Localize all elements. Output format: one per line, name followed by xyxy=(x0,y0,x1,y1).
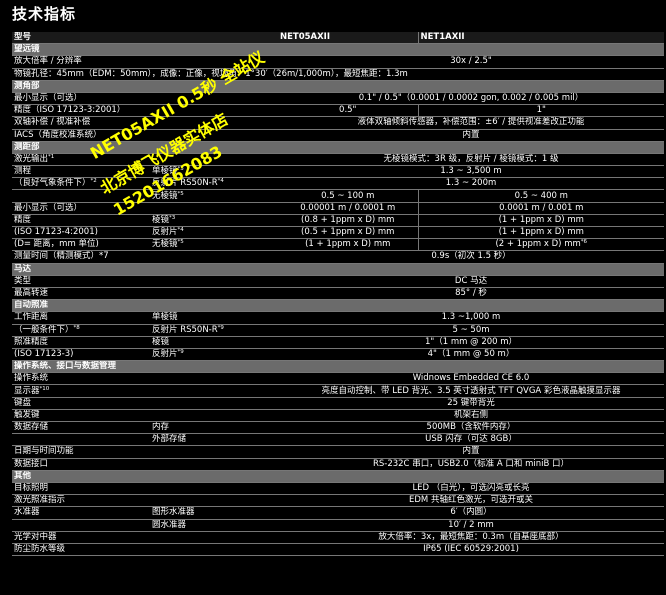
table-row: （良好气象条件下）*2 反射片 RS50N-R*4 1.3 ~ 200m xyxy=(12,177,664,191)
table-row: 操作系统 Widnows Embedded CE 6.0 xyxy=(12,372,664,386)
spec-table: 型号 NET05AXII NET1AXII 望远镜 放大倍率 / 分辨率 30x … xyxy=(12,32,664,557)
section-system: 操作系统、接口与数据管理 xyxy=(12,360,664,374)
table-row: 激光照准指示 EDM 共轴红色激光，可选开或关 xyxy=(12,494,664,508)
section-motor: 马达 xyxy=(12,263,664,276)
table-row: 测量时间（精测模式）*7 0.9s（初次 1.5 秒） xyxy=(12,250,664,264)
table-row: IACS（角度校准系统） 内置 xyxy=(12,129,664,142)
table-row: 最小显示（可选） 0.00001 m / 0.0001 m 0.0001 m / 0… xyxy=(12,202,664,215)
table-row: 激光输出*1 无棱镜模式：3R 级，反射片 / 棱镜模式：1 级 xyxy=(12,153,664,167)
page-title: 技术指标 xyxy=(12,5,77,23)
table-row: 物镜孔径：45mm（EDM：50mm），成像：正像，视场角：1°30′（26m/… xyxy=(12,68,664,81)
table-row: 精度（ISO 17123-3:2001） 0.5" 1" xyxy=(12,104,664,118)
table-row: (ISO 17123-3) 反射片*9 4"（1 mm @ 50 m） xyxy=(12,348,664,362)
table-row: 日期与时间功能 内置 xyxy=(12,445,664,459)
header-model-label: 型号 xyxy=(12,32,150,45)
table-row: （一般条件下）*8 反射片 RS50N-R*9 5 ~ 50m xyxy=(12,324,664,337)
section-other: 其他 xyxy=(12,470,664,483)
table-row: 照准精度 棱镜 1"（1 mm @ 200 m） xyxy=(12,336,664,349)
table-row: 类型 DC 马达 xyxy=(12,275,664,288)
header-model-a: NET05AXII xyxy=(278,32,418,45)
table-row: 最小显示（可选） 0.1" / 0.5"（0.0001 / 0.0002 gon,… xyxy=(12,92,664,106)
table-row: 工作距离 单棱镜 1.3 ~1,000 m xyxy=(12,311,664,325)
table-row: 显示器*10 亮度自动控制、带 LED 背光、3.5 英寸透射式 TFT QVGA… xyxy=(12,384,664,398)
table-row: 最高转速 85° / 秒 xyxy=(12,287,664,301)
table-row: (ISO 17123-4:2001) 反射片*4 (0.5 + 1ppm x D) … xyxy=(12,226,664,240)
table-row: 双轴补偿 / 视准补偿 液体双轴倾斜传感器，补偿范围：±6′ / 提供视准差改正功… xyxy=(12,116,664,130)
table-row: 放大倍率 / 分辨率 30x / 2.5" xyxy=(12,55,664,69)
table-row: (D= 距离，mm 单位) 无棱镜*5 (1 + 1ppm x D) mm (2 + … xyxy=(12,238,664,252)
table-row: 圆水准器 10′ / 2 mm xyxy=(12,519,664,532)
table-row: 触发键 机架右侧 xyxy=(12,409,664,423)
section-telescope: 望远镜 xyxy=(12,43,664,57)
table-row: 光学对中器 放大倍率：3x，最短焦距：0.3m（自基座底部） xyxy=(12,531,664,544)
table-row: 测程 单棱镜*3 1.3 ~ 3,500 m xyxy=(12,165,664,179)
table-row: 水准器 图形水准器 6′（内圆） xyxy=(12,506,664,520)
table-header: 型号 NET05AXII NET1AXII xyxy=(12,32,664,45)
table-row: 数据接口 RS-232C 串口，USB2.0（标准 A 口和 miniB 口） xyxy=(12,458,664,471)
section-tracking: 自动照准 xyxy=(12,299,664,313)
table-row: 防尘防水等级 IP65 (IEC 60529:2001) xyxy=(12,543,664,557)
table-row: 精度 棱镜*3 (0.8 + 1ppm x D) mm (1 + 1ppm x D) … xyxy=(12,214,664,228)
header-model-b: NET1AXII xyxy=(417,32,664,45)
table-row: 外部存储 USB 闪存（可达 8GB） xyxy=(12,433,664,447)
table-row: 数据存储 内存 500MB（含软件内存） xyxy=(12,421,664,435)
section-distance: 测距部 xyxy=(12,141,664,154)
table-row: 键盘 25 键带背光 xyxy=(12,397,664,410)
table-row: 无棱镜*5 0.5 ~ 100 m 0.5 ~ 400 m xyxy=(12,189,664,203)
table-row: 目标照明 LED （白光），可选闪亮或长亮 xyxy=(12,482,664,496)
section-angle: 测角部 xyxy=(12,80,664,93)
